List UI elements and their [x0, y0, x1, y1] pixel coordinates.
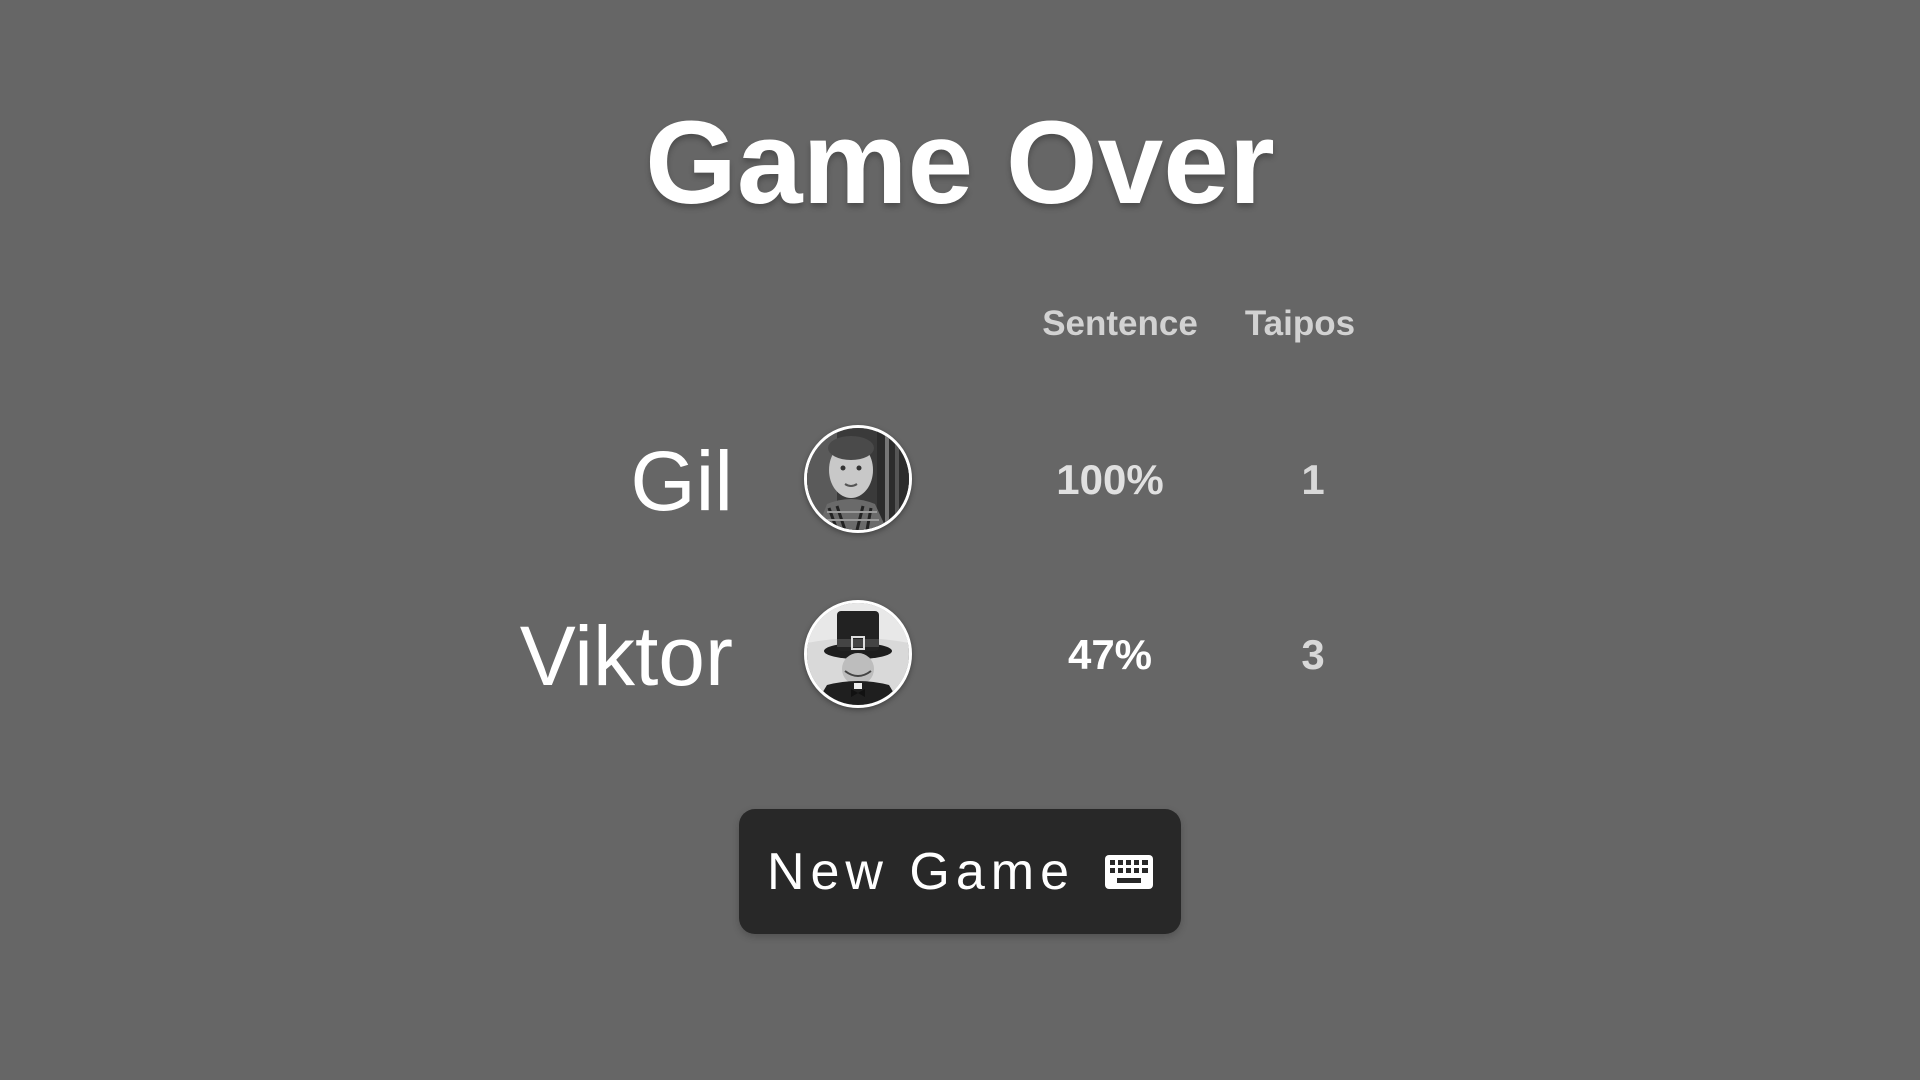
taipos-count: 1 — [1301, 456, 1325, 503]
player-row: Gil 100% 1 — [0, 423, 1920, 533]
viktor-avatar-image — [807, 603, 909, 705]
column-header-sentence: Sentence — [1042, 304, 1198, 343]
player-row: Viktor 47% 3 — [0, 598, 1920, 708]
new-game-button[interactable]: New Game — [739, 809, 1181, 934]
sentence-score: 100% — [1056, 456, 1164, 503]
player-name: Viktor — [519, 609, 733, 703]
sentence-score: 47% — [1067, 631, 1153, 678]
taipos-count: 3 — [1301, 631, 1325, 678]
gil-avatar-image — [807, 428, 909, 530]
player-name: Gil — [630, 434, 733, 528]
keyboard-icon — [1105, 854, 1154, 889]
game-over-screen: Game Over Sentence Taipos Gil 100% 1 Vik… — [0, 0, 1920, 1080]
column-header-taipos: Taipos — [1244, 304, 1356, 343]
player-avatar — [804, 600, 912, 708]
new-game-label: New Game — [766, 842, 1076, 901]
player-avatar — [804, 425, 912, 533]
page-title: Game Over — [645, 97, 1275, 229]
